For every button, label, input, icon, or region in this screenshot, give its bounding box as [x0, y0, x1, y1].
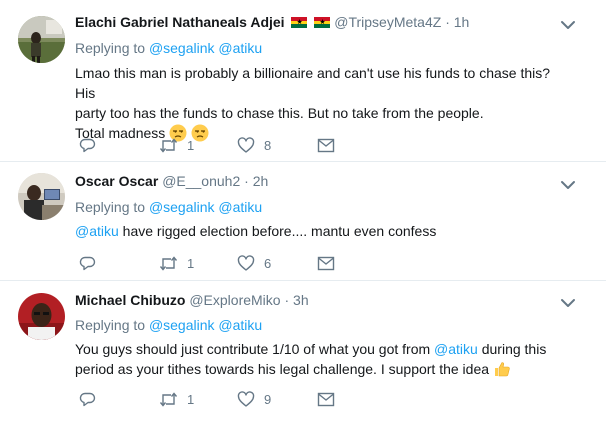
tweet-header: Oscar Oscar @E__onuh2 · 2h: [75, 173, 268, 189]
retweet-button[interactable]: 1: [159, 253, 194, 273]
avatar[interactable]: [18, 293, 65, 340]
reply-button[interactable]: [79, 389, 96, 409]
mention-link[interactable]: @segalink: [149, 199, 215, 215]
display-name[interactable]: Elachi Gabriel Nathaneals Adjei: [75, 14, 285, 30]
tweet-line: party too has the funds to chase this. B…: [75, 105, 484, 121]
tweet-line: have rigged election before.... mantu ev…: [118, 223, 437, 239]
heart-icon: [237, 390, 255, 407]
mention-link[interactable]: @atiku: [218, 317, 262, 333]
retweet-button[interactable]: 1: [159, 135, 194, 155]
ghana-flag-icon: ★: [291, 17, 308, 28]
separator-dot: ·: [284, 292, 290, 308]
tweet-header: Elachi Gabriel Nathaneals Adjei ★ ★ @Tri…: [75, 14, 469, 30]
chevron-down-icon[interactable]: [560, 18, 576, 30]
tweet-actions: 1 6: [75, 253, 375, 273]
replying-label: Replying to: [75, 199, 149, 215]
mention-link[interactable]: @segalink: [149, 40, 215, 56]
display-name[interactable]: Oscar Oscar: [75, 173, 158, 189]
tweet-line: period as your tithes towards his legal …: [75, 361, 490, 377]
envelope-icon: [317, 392, 335, 406]
ghana-flag-icon: ★: [314, 17, 331, 28]
tweet-text: Lmao this man is probably a billionaire …: [75, 63, 565, 143]
mention-link[interactable]: @segalink: [149, 317, 215, 333]
chevron-down-icon[interactable]: [560, 178, 576, 190]
replying-to: Replying to @segalink @atiku: [75, 199, 262, 215]
mention-link[interactable]: @atiku: [75, 223, 119, 239]
user-handle[interactable]: @TripseyMeta4Z: [334, 14, 441, 30]
heart-icon: [237, 254, 255, 271]
tweet-actions: 1 9: [75, 389, 375, 409]
user-handle[interactable]: @ExploreMiko: [189, 292, 280, 308]
like-button[interactable]: 9: [237, 389, 271, 409]
envelope-icon: [317, 138, 335, 152]
retweet-count: 1: [187, 391, 195, 407]
reply-button[interactable]: [79, 135, 96, 155]
like-button[interactable]: 8: [237, 135, 271, 155]
replying-to: Replying to @segalink @atiku: [75, 317, 262, 333]
reply-button[interactable]: [79, 253, 96, 273]
tweet-header: Michael Chibuzo @ExploreMiko · 3h: [75, 292, 309, 308]
avatar[interactable]: [18, 173, 65, 220]
replying-label: Replying to: [75, 317, 149, 333]
like-count: 9: [264, 391, 272, 407]
user-handle[interactable]: @E__onuh2: [162, 173, 240, 189]
mention-link[interactable]: @atiku: [218, 199, 262, 215]
tweet[interactable]: Michael Chibuzo @ExploreMiko · 3h Replyi…: [0, 281, 606, 423]
tweet-line: Lmao this man is probably a billionaire …: [75, 65, 551, 101]
separator-dot: ·: [445, 14, 450, 30]
reply-icon: [79, 138, 96, 152]
envelope-icon: [317, 256, 335, 270]
retweet-count: 1: [187, 137, 195, 153]
direct-message-button[interactable]: [317, 389, 335, 409]
chevron-down-icon[interactable]: [560, 296, 576, 308]
direct-message-button[interactable]: [317, 135, 335, 155]
retweet-count: 1: [187, 255, 195, 271]
separator-dot: ·: [244, 173, 249, 189]
replying-label: Replying to: [75, 40, 149, 56]
like-count: 8: [264, 137, 272, 153]
mention-link[interactable]: @atiku: [218, 40, 262, 56]
mention-link[interactable]: @atiku: [434, 341, 478, 357]
reply-icon: [79, 256, 96, 270]
tweet-text: You guys should just contribute 1/10 of …: [75, 339, 565, 379]
retweet-icon: [159, 137, 178, 153]
display-name[interactable]: Michael Chibuzo: [75, 292, 185, 308]
avatar[interactable]: [18, 16, 65, 63]
timestamp[interactable]: 1h: [454, 14, 470, 30]
tweet[interactable]: Oscar Oscar @E__onuh2 · 2h Replying to @…: [0, 162, 606, 281]
like-count: 6: [264, 255, 272, 271]
retweet-button[interactable]: 1: [159, 389, 194, 409]
timestamp[interactable]: 3h: [293, 292, 309, 308]
timestamp[interactable]: 2h: [253, 173, 269, 189]
tweet-text: @atiku have rigged election before.... m…: [75, 221, 565, 241]
tweet-actions: 1 8: [75, 135, 375, 155]
like-button[interactable]: 6: [237, 253, 271, 273]
direct-message-button[interactable]: [317, 253, 335, 273]
reply-icon: [79, 392, 96, 406]
retweet-icon: [159, 255, 178, 271]
tweet-line: during this: [477, 341, 547, 357]
replying-to: Replying to @segalink @atiku: [75, 40, 262, 56]
heart-icon: [237, 136, 255, 153]
tweet[interactable]: Elachi Gabriel Nathaneals Adjei ★ ★ @Tri…: [0, 0, 606, 162]
retweet-icon: [159, 391, 178, 407]
tweet-line: You guys should just contribute 1/10 of …: [75, 341, 435, 357]
thumbs-up-icon: [494, 362, 510, 377]
